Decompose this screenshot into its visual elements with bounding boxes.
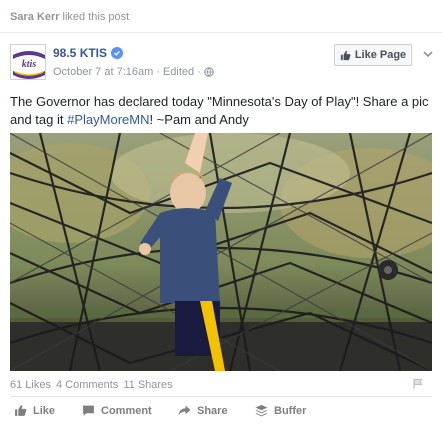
edited-label[interactable]: Edited — [163, 66, 194, 78]
ktis-logo: ktis — [11, 45, 45, 79]
story-activity: liked this post — [62, 11, 130, 23]
share-button[interactable]: Share — [178, 404, 228, 417]
shares-count[interactable]: 11 Shares — [123, 379, 172, 391]
thumbs-up-icon — [340, 50, 351, 60]
comment-label: Comment — [101, 404, 152, 417]
page-name[interactable]: 98.5 KTIS — [53, 46, 124, 60]
like-label: Like — [33, 404, 56, 417]
story-actor[interactable]: Sara Kerr — [10, 11, 60, 23]
share-label: Share — [197, 404, 228, 417]
post-text-part1: The Governor has declared today — [10, 94, 208, 109]
stats-divider — [10, 396, 432, 397]
header-divider — [0, 32, 442, 33]
globe-icon[interactable] — [204, 67, 214, 77]
chevron-down-icon[interactable] — [422, 48, 434, 60]
avatar-text: ktis — [22, 59, 37, 70]
action-bar: Like Comment Share Buffer — [10, 402, 432, 422]
meta-separator: · — [156, 66, 160, 78]
post-text: The Governor has declared today "Minneso… — [10, 93, 432, 129]
comments-count[interactable]: 4 Comments — [56, 379, 118, 391]
like-page-label: Like Page — [354, 49, 407, 61]
like-page-button[interactable]: Like Page — [334, 44, 412, 66]
like-button[interactable]: Like — [14, 404, 55, 417]
comment-icon — [83, 405, 94, 416]
post-meta: October 7 at 7:16am · Edited · — [53, 66, 214, 78]
buffer-icon — [255, 404, 268, 417]
post-text-quoted: "Minnesota's Day of Play" — [207, 94, 356, 109]
buffer-button[interactable]: Buffer — [255, 404, 306, 417]
share-icon — [178, 405, 191, 416]
page-name-label[interactable]: 98.5 KTIS — [53, 46, 107, 60]
meta-separator-2: · — [197, 66, 201, 78]
likes-count[interactable]: 61 Likes — [10, 379, 51, 391]
story-header: Sara Kerr liked this post — [10, 11, 129, 23]
like-icon — [15, 405, 27, 416]
flag-icon[interactable] — [412, 378, 424, 390]
page-avatar[interactable]: ktis — [10, 44, 46, 80]
post-timestamp[interactable]: October 7 at 7:16am — [53, 66, 153, 78]
comment-button[interactable]: Comment — [82, 404, 152, 417]
playground-photo — [10, 133, 432, 371]
hashtag-link[interactable]: #PlayMoreMN — [67, 112, 149, 127]
buffer-label: Buffer — [274, 404, 307, 417]
post-photo[interactable] — [10, 133, 432, 371]
post-stats: 61 Likes 4 Comments 11 Shares — [10, 379, 173, 391]
verified-badge-icon — [111, 47, 124, 59]
post-text-part3: ! ~Pam and Andy — [149, 112, 249, 127]
